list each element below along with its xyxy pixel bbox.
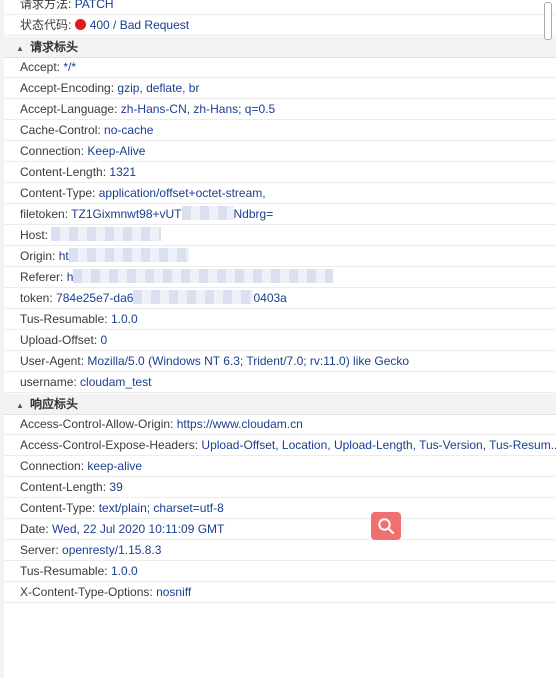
header-key: Access-Control-Expose-Headers: bbox=[20, 438, 199, 452]
header-value: zh-Hans-CN, zh-Hans; q=0.5 bbox=[120, 102, 276, 116]
headers-panel: 请求方法: PATCH 状态代码: 400 / Bad Request ▲ 请求标… bbox=[4, 0, 556, 678]
header-row[interactable]: filetoken: TZ1Gixmnwt98+vUT Ndbrg= bbox=[4, 204, 556, 225]
header-row[interactable]: Tus-Resumable: 1.0.0 bbox=[4, 561, 556, 582]
collapse-triangle-icon[interactable]: ▲ bbox=[16, 395, 30, 416]
header-value: cloudam_test bbox=[80, 375, 152, 389]
header-key: Connection: bbox=[20, 144, 85, 158]
header-value: Wed, 22 Jul 2020 10:11:09 GMT bbox=[52, 522, 225, 536]
header-value: */* bbox=[63, 60, 77, 74]
header-row[interactable]: Origin: ht bbox=[4, 246, 556, 267]
header-value: keep-alive bbox=[87, 459, 143, 473]
header-value: 1.0.0 bbox=[110, 564, 138, 578]
collapse-triangle-icon[interactable]: ▲ bbox=[16, 38, 30, 59]
header-row[interactable]: Date: Wed, 22 Jul 2020 10:11:09 GMT bbox=[4, 519, 556, 540]
header-key: Accept: bbox=[20, 60, 61, 74]
response-headers-title: 响应标头 bbox=[30, 397, 79, 411]
header-key: Origin: bbox=[20, 249, 56, 263]
scrollbar-thumb[interactable] bbox=[544, 2, 552, 40]
header-key: Tus-Resumable: bbox=[20, 312, 108, 326]
header-key: Cache-Control: bbox=[20, 123, 101, 137]
header-value: gzip, deflate, br bbox=[117, 81, 200, 95]
header-value-tail: 0403a bbox=[253, 291, 287, 305]
request-method-label: 请求方法: bbox=[20, 0, 72, 11]
header-key: User-Agent: bbox=[20, 354, 85, 368]
header-row[interactable]: Content-Length: 1321 bbox=[4, 162, 556, 183]
header-row[interactable]: token: 784e25e7-da6 0403a bbox=[4, 288, 556, 309]
header-key: Host: bbox=[20, 228, 49, 242]
header-row[interactable]: Connection: Keep-Alive bbox=[4, 141, 556, 162]
header-key: Tus-Resumable: bbox=[20, 564, 108, 578]
header-value: ht bbox=[58, 249, 69, 263]
header-row[interactable]: Accept-Encoding: gzip, deflate, br bbox=[4, 78, 556, 99]
status-code-value: 400 / Bad Request bbox=[89, 18, 190, 32]
header-value: h bbox=[66, 270, 74, 284]
header-row[interactable]: Accept-Language: zh-Hans-CN, zh-Hans; q=… bbox=[4, 99, 556, 120]
header-row[interactable]: username: cloudam_test bbox=[4, 372, 556, 393]
search-icon bbox=[378, 518, 395, 535]
header-key: Referer: bbox=[20, 270, 64, 284]
redacted-block bbox=[68, 248, 189, 262]
header-key: Accept-Language: bbox=[20, 102, 118, 116]
request-method-value: PATCH bbox=[74, 0, 114, 11]
header-key: username: bbox=[20, 375, 77, 389]
redacted-block bbox=[73, 269, 334, 283]
header-value: text/plain; charset=utf-8 bbox=[98, 501, 224, 515]
header-row[interactable]: Cache-Control: no-cache bbox=[4, 120, 556, 141]
header-row[interactable]: User-Agent: Mozilla/5.0 (Windows NT 6.3;… bbox=[4, 351, 556, 372]
header-key: filetoken: bbox=[20, 207, 69, 221]
header-key: Content-Type: bbox=[20, 501, 96, 515]
request-method-row: 请求方法: PATCH bbox=[4, 0, 556, 15]
header-key: Access-Control-Allow-Origin: bbox=[20, 417, 174, 431]
header-row[interactable]: Tus-Resumable: 1.0.0 bbox=[4, 309, 556, 330]
request-headers-section[interactable]: ▲ 请求标头 bbox=[4, 37, 556, 58]
header-row[interactable]: X-Content-Type-Options: nosniff bbox=[4, 582, 556, 603]
header-row[interactable]: Referer: h bbox=[4, 267, 556, 288]
search-button[interactable] bbox=[371, 512, 401, 540]
response-headers-section[interactable]: ▲ 响应标头 bbox=[4, 394, 556, 415]
header-row[interactable]: Connection: keep-alive bbox=[4, 456, 556, 477]
header-value: openresty/1.15.8.3 bbox=[62, 543, 162, 557]
header-value: application/offset+octet-stream, bbox=[98, 186, 266, 200]
header-key: Accept-Encoding: bbox=[20, 81, 115, 95]
header-value: TZ1Gixmnwt98+vUT bbox=[71, 207, 182, 221]
header-value: Upload-Offset, Location, Upload-Length, … bbox=[201, 438, 556, 452]
status-code-label: 状态代码: bbox=[20, 18, 72, 32]
redacted-block bbox=[181, 206, 234, 220]
header-row[interactable]: Content-Type: application/offset+octet-s… bbox=[4, 183, 556, 204]
header-row[interactable]: Host: bbox=[4, 225, 556, 246]
header-key: Content-Type: bbox=[20, 186, 96, 200]
header-key: Connection: bbox=[20, 459, 85, 473]
header-value: Mozilla/5.0 (Windows NT 6.3; Trident/7.0… bbox=[87, 354, 410, 368]
status-error-icon bbox=[74, 19, 86, 30]
header-key: Content-Length: bbox=[20, 165, 107, 179]
header-row[interactable]: Access-Control-Expose-Headers: Upload-Of… bbox=[4, 435, 556, 456]
header-value: 784e25e7-da6 bbox=[56, 291, 134, 305]
header-key: Content-Length: bbox=[20, 480, 107, 494]
status-code-row: 状态代码: 400 / Bad Request bbox=[4, 15, 556, 36]
header-key: Server: bbox=[20, 543, 59, 557]
header-key: X-Content-Type-Options: bbox=[20, 585, 153, 599]
redacted-block bbox=[51, 227, 162, 241]
header-value: 0 bbox=[100, 333, 108, 347]
header-row[interactable]: Content-Type: text/plain; charset=utf-8 bbox=[4, 498, 556, 519]
header-row[interactable]: Accept: */* bbox=[4, 57, 556, 78]
request-headers-title: 请求标头 bbox=[30, 40, 79, 54]
header-value: 39 bbox=[109, 480, 123, 494]
header-key: Date: bbox=[20, 522, 49, 536]
header-row[interactable]: Server: openresty/1.15.8.3 bbox=[4, 540, 556, 561]
header-key: Upload-Offset: bbox=[20, 333, 98, 347]
header-row[interactable]: Content-Length: 39 bbox=[4, 477, 556, 498]
header-value: Keep-Alive bbox=[87, 144, 146, 158]
header-value: 1.0.0 bbox=[110, 312, 138, 326]
redacted-block bbox=[133, 290, 254, 304]
header-value: nosniff bbox=[156, 585, 192, 599]
header-value-tail: Ndbrg= bbox=[233, 207, 274, 221]
header-key: token: bbox=[20, 291, 53, 305]
header-value: no-cache bbox=[104, 123, 154, 137]
header-row[interactable]: Access-Control-Allow-Origin: https://www… bbox=[4, 414, 556, 435]
header-value: 1321 bbox=[109, 165, 137, 179]
header-row[interactable]: Upload-Offset: 0 bbox=[4, 330, 556, 351]
header-value: https://www.cloudam.cn bbox=[176, 417, 303, 431]
